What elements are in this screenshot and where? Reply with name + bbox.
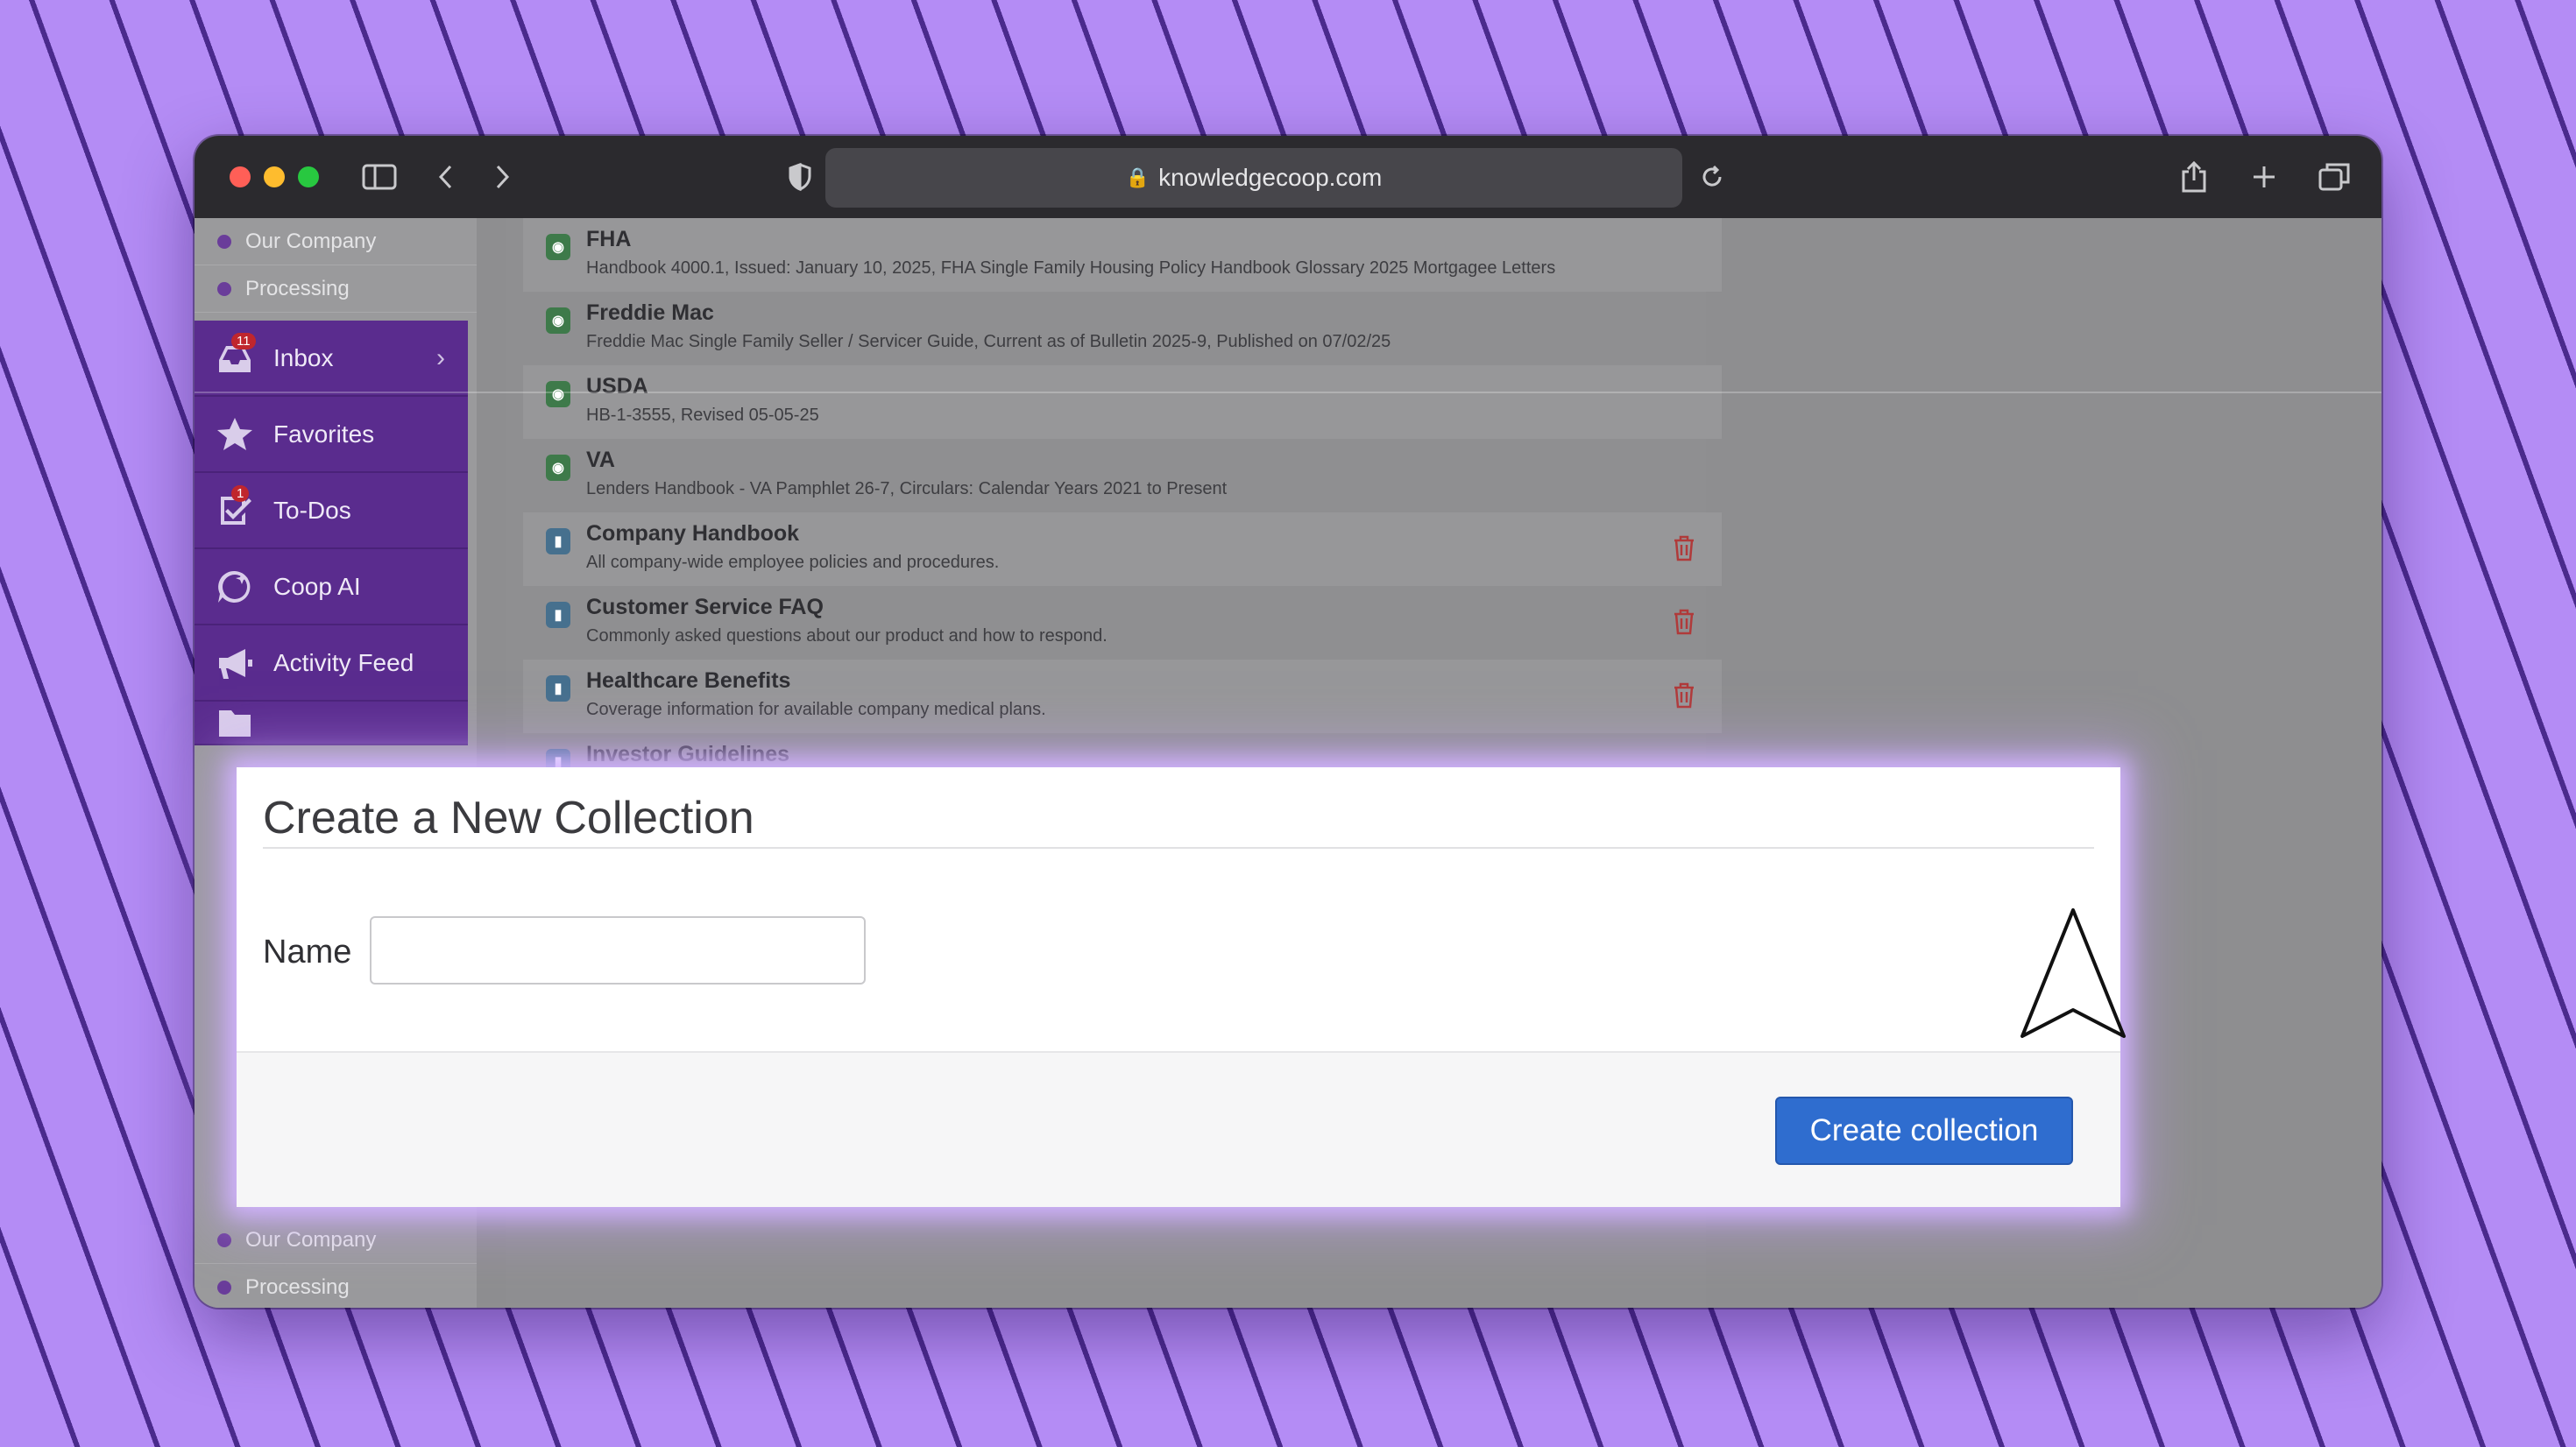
- create-collection-modal: Create a New Collection Name Create coll…: [237, 767, 2120, 1207]
- nav-label: Favorites: [273, 420, 375, 448]
- collection-title: Investor Guidelines: [586, 742, 790, 766]
- overlay-edge: [195, 392, 2381, 393]
- globe-icon: ◉: [546, 307, 570, 334]
- name-input[interactable]: [370, 916, 866, 985]
- collection-row[interactable]: ▮ Healthcare Benefits Coverage informati…: [523, 660, 1722, 733]
- modal-divider: [263, 847, 2094, 849]
- group-dot-icon: [217, 1280, 231, 1295]
- collection-row[interactable]: ◉ VA Lenders Handbook - VA Pamphlet 26-7…: [523, 439, 1722, 512]
- new-tab-icon[interactable]: [2245, 136, 2283, 218]
- nav-favorites[interactable]: Favorites: [195, 397, 468, 473]
- sidebar-item-processing[interactable]: Processing: [195, 265, 477, 313]
- trash-icon[interactable]: [1673, 682, 1695, 713]
- bookmark-icon: ▮: [546, 602, 570, 628]
- sidebar-item-label: Our Company: [245, 1227, 377, 1252]
- collection-title: Customer Service FAQ: [586, 595, 824, 619]
- tab-overview-icon[interactable]: [2315, 136, 2353, 218]
- sidebar-item-label: Processing: [245, 1274, 350, 1299]
- collection-row[interactable]: ▮ Customer Service FAQ Commonly asked qu…: [523, 586, 1722, 660]
- globe-icon: ◉: [546, 381, 570, 407]
- nav-library[interactable]: [195, 702, 468, 745]
- collection-description: Freddie Mac Single Family Seller / Servi…: [586, 332, 1391, 351]
- address-bar[interactable]: 🔒 knowledgecoop.com: [825, 148, 1682, 208]
- minimize-window-button[interactable]: [264, 166, 285, 187]
- url-text: knowledgecoop.com: [1158, 164, 1383, 191]
- zoom-window-button[interactable]: [298, 166, 319, 187]
- trash-icon[interactable]: [1673, 535, 1695, 566]
- group-dot-icon: [217, 234, 231, 249]
- collection-title: Company Handbook: [586, 521, 800, 546]
- trash-icon[interactable]: [1673, 609, 1695, 639]
- nav-label: To-Dos: [273, 496, 351, 524]
- megaphone-icon: [219, 648, 252, 679]
- create-collection-button[interactable]: Create collection: [1775, 1097, 2073, 1165]
- nav-label: Activity Feed: [273, 648, 414, 676]
- folder-icon: [219, 710, 251, 737]
- nav-label: Coop AI: [273, 572, 361, 600]
- bookmark-icon: ▮: [546, 528, 570, 554]
- group-dot-icon: [217, 1232, 231, 1247]
- chat-ai-icon: [218, 570, 251, 603]
- window-controls: [230, 166, 319, 187]
- star-icon: [217, 417, 252, 450]
- collection-title: FHA: [586, 227, 632, 251]
- close-window-button[interactable]: [230, 166, 251, 187]
- collection-row[interactable]: ▮ Company Handbook All company-wide empl…: [523, 512, 1722, 586]
- todos-badge: 1: [231, 485, 250, 502]
- nav-coop-ai[interactable]: Coop AI: [195, 549, 468, 625]
- collection-description: Handbook 4000.1, Issued: January 10, 202…: [586, 258, 1556, 278]
- collection-row[interactable]: ◉ Freddie Mac Freddie Mac Single Family …: [523, 292, 1722, 365]
- back-icon[interactable]: [433, 136, 459, 218]
- nav-inbox[interactable]: 11 Inbox ›: [195, 321, 468, 397]
- share-icon[interactable]: [2175, 136, 2213, 218]
- collection-title: USDA: [586, 374, 648, 399]
- reload-icon[interactable]: [1695, 136, 1730, 218]
- sidebar-toggle-icon[interactable]: [357, 136, 401, 218]
- collection-row[interactable]: ◉ FHA Handbook 4000.1, Issued: January 1…: [523, 218, 1722, 292]
- nav-activity-feed[interactable]: Activity Feed: [195, 625, 468, 702]
- collection-description: Commonly asked questions about our produ…: [586, 626, 1108, 646]
- sidebar-bottom: Our Company Processing: [195, 1217, 477, 1308]
- sidebar-item-our-company[interactable]: Our Company: [195, 1217, 477, 1264]
- modal-footer: Create collection: [237, 1051, 2120, 1207]
- sidebar-item-label: Processing: [245, 276, 350, 300]
- collection-title: VA: [586, 448, 615, 472]
- forward-icon[interactable]: [489, 136, 515, 218]
- sidebar-item-our-company[interactable]: Our Company: [195, 218, 477, 265]
- collection-description: Lenders Handbook - VA Pamphlet 26-7, Cir…: [586, 479, 1228, 498]
- bookmark-icon: ▮: [546, 675, 570, 702]
- pointer-cursor-icon: [2020, 908, 2126, 1038]
- name-label: Name: [263, 934, 352, 971]
- group-dot-icon: [217, 281, 231, 296]
- collection-row[interactable]: ◉ USDA HB-1-3555, Revised 05-05-25: [523, 365, 1722, 439]
- chevron-right-icon: ›: [436, 342, 445, 372]
- collection-description: HB-1-3555, Revised 05-05-25: [586, 406, 819, 425]
- modal-title: Create a New Collection: [263, 793, 754, 843]
- globe-icon: ◉: [546, 234, 570, 260]
- nav-label: Inbox: [273, 343, 334, 371]
- collection-description: Coverage information for available compa…: [586, 700, 1046, 719]
- sidebar-item-processing[interactable]: Processing: [195, 1264, 477, 1308]
- globe-icon: ◉: [546, 455, 570, 481]
- nav-todos[interactable]: 1 To-Dos: [195, 473, 468, 549]
- collection-title: Healthcare Benefits: [586, 668, 791, 693]
- inbox-badge: 11: [231, 333, 256, 349]
- privacy-shield-icon[interactable]: [787, 136, 813, 218]
- collection-description: All company-wide employee policies and p…: [586, 553, 1000, 572]
- browser-toolbar: 🔒 knowledgecoop.com: [195, 136, 2381, 218]
- lock-icon: 🔒: [1125, 166, 1150, 188]
- main-nav: 11 Inbox › Favorites 1 To-Dos Coop AI Ac…: [195, 321, 468, 745]
- collection-title: Freddie Mac: [586, 300, 714, 325]
- sidebar-item-label: Our Company: [245, 229, 377, 253]
